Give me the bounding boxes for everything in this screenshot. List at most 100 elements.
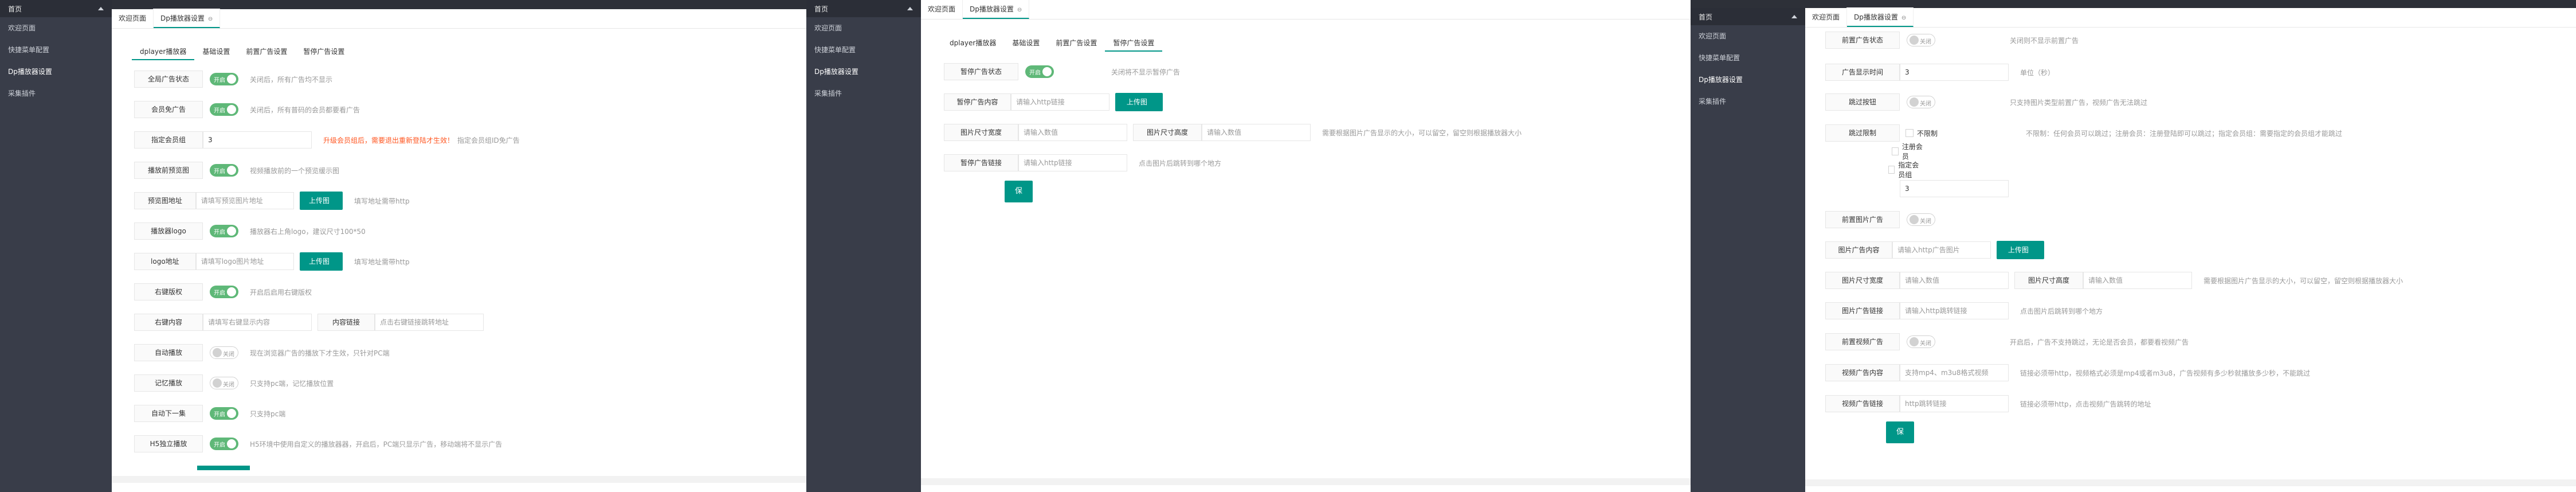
toggle-switch[interactable]: 开启: [210, 225, 238, 237]
subtab-pause[interactable]: 暂停广告设置: [295, 43, 352, 60]
field-label: 图片尺寸宽度: [944, 124, 1018, 141]
sidebar-item-quickmenu[interactable]: 快捷菜单配置: [1691, 47, 1805, 69]
switch-text: 开启: [214, 290, 225, 296]
toggle-switch[interactable]: 开启: [210, 286, 238, 298]
radio-option[interactable]: 不限制: [1905, 128, 1938, 138]
tab-welcome[interactable]: 欢迎页面: [1805, 7, 1848, 27]
image-height-input[interactable]: 请输入数值: [2083, 272, 2192, 289]
radio-box: [1892, 147, 1899, 155]
sidebar-item-collect[interactable]: 采集插件: [806, 83, 921, 104]
radio-option[interactable]: 注册会员: [1892, 142, 1924, 161]
tab-player[interactable]: Dp播放器设置 ⊖: [1847, 7, 1914, 27]
pause-height-input[interactable]: 请输入数值: [1202, 124, 1311, 141]
switch-text: 开启: [214, 77, 225, 84]
field-label: 前置视频广告: [1825, 333, 1900, 350]
field-label: 记忆播放: [134, 374, 203, 392]
image-ad-url-input[interactable]: 请输入http广告图片: [1892, 241, 1991, 259]
upload-button[interactable]: 上传图片: [1996, 241, 2045, 272]
context-link-input[interactable]: 点击右键链接跳转地址: [375, 314, 484, 331]
toggle-switch[interactable]: 开启: [1025, 65, 1054, 78]
sidebar-home[interactable]: 首页: [806, 0, 921, 17]
close-icon[interactable]: ⊖: [1901, 15, 1906, 21]
toggle-switch[interactable]: 关闭: [1907, 34, 1935, 46]
ad-duration-input[interactable]: 3: [1900, 64, 2009, 81]
toggle-switch[interactable]: 开启: [210, 164, 238, 177]
sidebar-item-quickmenu[interactable]: 快捷菜单配置: [806, 39, 921, 61]
context-menu-input[interactable]: 请填写右键显示内容: [203, 314, 312, 331]
field-hint: 只支持pc端: [250, 409, 286, 418]
subtab-basic[interactable]: 基础设置: [194, 43, 238, 60]
sidebar-home-label: 首页: [814, 5, 829, 13]
save-button[interactable]: 保存配置: [1886, 421, 1915, 480]
sidebar-item-welcome[interactable]: 欢迎页面: [1691, 25, 1805, 47]
sidebar-item-quickmenu[interactable]: 快捷菜单配置: [0, 39, 112, 61]
toggle-switch[interactable]: 开启: [210, 407, 238, 420]
toggle-switch[interactable]: 关闭: [210, 377, 238, 389]
close-icon[interactable]: ⊖: [208, 16, 213, 22]
top-bar: [1805, 0, 2576, 8]
toggle-switch[interactable]: 关闭: [210, 346, 238, 359]
sidebar-home[interactable]: 首页: [1691, 8, 1805, 25]
upload-button[interactable]: 上传图片: [299, 192, 343, 223]
toggle-switch[interactable]: 开启: [210, 73, 238, 85]
tab-player[interactable]: Dp播放器设置 ⊖: [154, 9, 221, 28]
pause-ad-url-input[interactable]: 请输入http链接: [1011, 93, 1109, 111]
tab-player[interactable]: Dp播放器设置 ⊖: [963, 0, 1030, 19]
toggle-switch[interactable]: 开启: [210, 103, 238, 116]
radio-option[interactable]: 指定会员组: [1888, 160, 1924, 179]
horizontal-scrollbar[interactable]: [112, 476, 806, 483]
upload-button[interactable]: 上传图片: [299, 252, 343, 284]
horizontal-scrollbar[interactable]: [1805, 479, 2576, 486]
form-row: 前置视频广告 关闭 开启后，广告不支持跳过，无论是否会员，都要看视频广告: [1825, 333, 2189, 351]
image-link-input[interactable]: 请输入http跳转链接: [1900, 302, 2009, 319]
horizontal-scrollbar[interactable]: [921, 478, 1691, 485]
sidebar-item-dplayer[interactable]: Dp播放器设置: [0, 61, 112, 83]
toggle-switch[interactable]: 关闭: [1907, 213, 1935, 226]
field-label: 自动下一集: [134, 405, 203, 422]
logo-url-input[interactable]: 请填写logo图片地址: [195, 253, 294, 270]
switch-knob: [213, 348, 222, 357]
sidebar-home[interactable]: 首页: [0, 0, 112, 17]
toggle-switch[interactable]: 关闭: [1907, 335, 1935, 348]
skip-group-input[interactable]: 3: [1900, 180, 2009, 197]
switch-text: 开启: [214, 108, 225, 114]
sidebar-item-collect[interactable]: 采集插件: [1691, 91, 1805, 112]
tab-welcome[interactable]: 欢迎页面: [112, 9, 154, 28]
form-row: 自动下一集 开启 只支持pc端: [134, 404, 285, 423]
toggle-switch[interactable]: 开启: [210, 438, 238, 450]
close-icon[interactable]: ⊖: [1017, 7, 1022, 13]
subtab-dplayer[interactable]: dplayer播放器: [132, 43, 195, 60]
sidebar-item-dplayer[interactable]: Dp播放器设置: [1691, 69, 1805, 91]
video-link-input[interactable]: http跳转链接: [1900, 395, 2009, 412]
field-label: 暂停广告链接: [944, 154, 1018, 171]
sidebar-item-welcome[interactable]: 欢迎页面: [806, 17, 921, 39]
tab-welcome[interactable]: 欢迎页面: [921, 0, 963, 19]
sidebar-item-welcome[interactable]: 欢迎页面: [0, 17, 112, 39]
upload-button[interactable]: 上传图片: [1115, 93, 1163, 124]
preview-url-input[interactable]: 请填写预览图片地址: [195, 192, 294, 209]
field-label: 图片尺寸宽度: [1825, 272, 1900, 289]
skip-option[interactable]: 不限制: [1905, 128, 2014, 138]
subtab-preroll[interactable]: 前置广告设置: [1048, 34, 1105, 52]
switch-knob: [227, 75, 236, 84]
subtab-preroll[interactable]: 前置广告设置: [238, 43, 295, 60]
pause-width-input[interactable]: 请输入数值: [1018, 124, 1127, 141]
save-button-partial[interactable]: [197, 466, 250, 470]
pause-link-input[interactable]: 请输入http链接: [1018, 154, 1127, 171]
image-width-input[interactable]: 请输入数值: [1900, 272, 2009, 289]
form-row: 注册会员: [1825, 142, 1932, 161]
option-label: 不限制: [1917, 129, 1938, 138]
save-button[interactable]: 保存配置: [1005, 181, 1033, 261]
field-hint: 指定会员组ID免广告: [457, 136, 520, 145]
subtab-dplayer[interactable]: dplayer播放器: [942, 34, 1004, 52]
subtab-basic[interactable]: 基础设置: [1004, 34, 1048, 52]
switch-text: 开启: [214, 169, 225, 175]
video-ad-url-input[interactable]: 支持mp4、m3u8格式视频: [1900, 364, 2009, 381]
switch-knob: [213, 378, 222, 388]
member-group-input[interactable]: 3: [203, 131, 312, 149]
form-row: 跳过限制 不限制 不限制：任何会员可以跳过；注册会员：注册登陆即可以跳过；指定会员组…: [1825, 124, 2342, 142]
sidebar-item-dplayer[interactable]: Dp播放器设置: [806, 61, 921, 83]
toggle-switch[interactable]: 关闭: [1907, 96, 1935, 108]
sidebar-item-collect[interactable]: 采集插件: [0, 83, 112, 104]
subtab-pause[interactable]: 暂停广告设置: [1105, 34, 1163, 52]
